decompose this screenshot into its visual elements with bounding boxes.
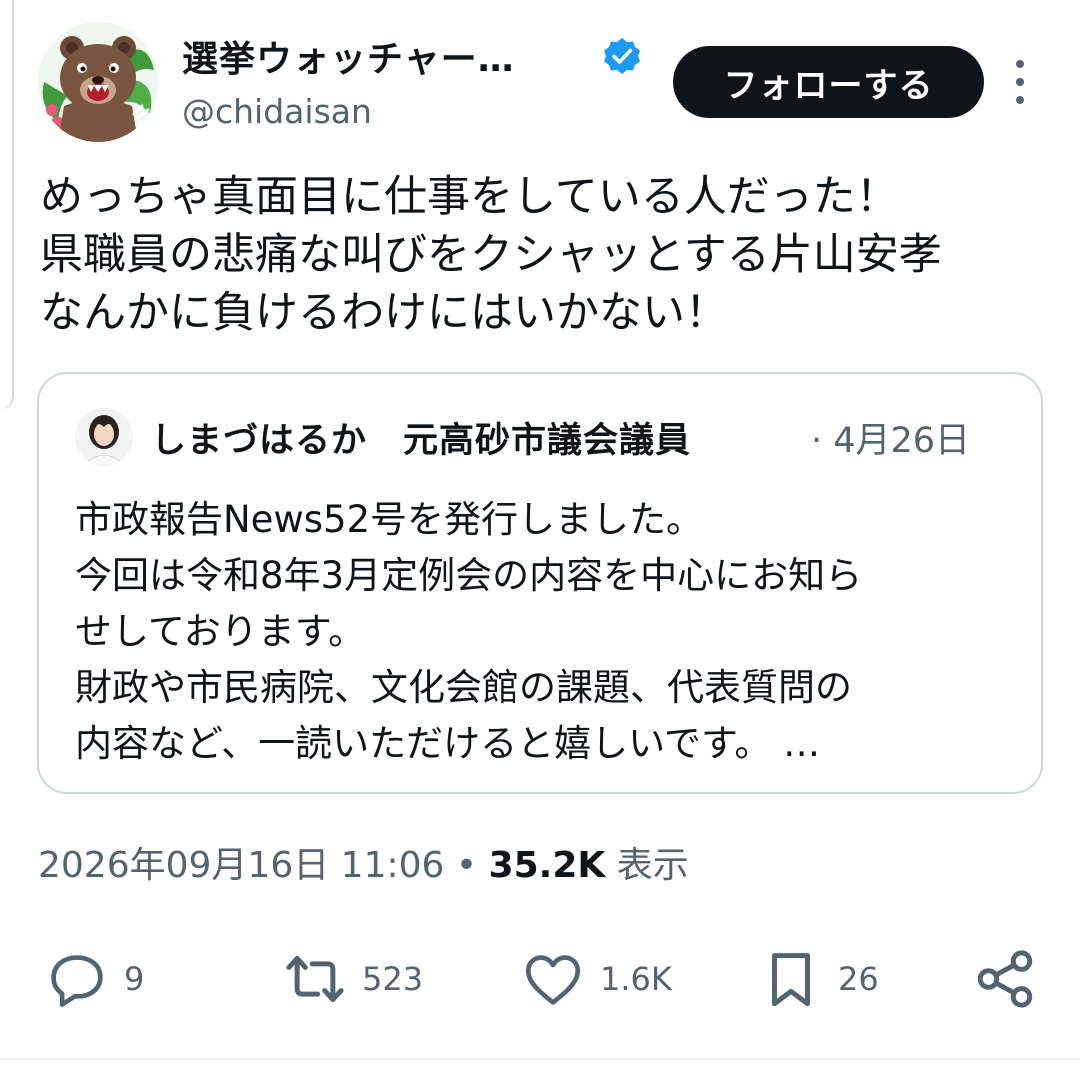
bookmark-count: 26 <box>838 960 879 998</box>
author-display-name[interactable]: 選挙ウォッチャー… <box>182 30 515 82</box>
thread-edge <box>0 0 14 410</box>
quoted-tweet-card[interactable]: しまづはるか 元高砂市議会議員 · 4月26日 市政報告News52号を発行しま… <box>37 372 1043 794</box>
share-button[interactable] <box>972 944 1038 1014</box>
bookmark-icon <box>772 953 810 1007</box>
quoted-author-avatar <box>75 408 133 466</box>
reply-icon <box>51 955 103 1007</box>
author-handle[interactable]: @chidaisan <box>182 92 372 131</box>
retweet-button[interactable]: 523 <box>282 944 423 1014</box>
woman-avatar-icon <box>75 408 133 466</box>
tweet-text: めっちゃ真面目に仕事をしている人だった！ 県職員の悲痛な叫びをクシャッとする片山… <box>40 172 942 338</box>
tweet-detail: 選挙ウォッチャー… @chidaisan フォローする めっちゃ真面目に仕事をし… <box>0 0 1080 1080</box>
reply-button[interactable]: 9 <box>44 944 144 1014</box>
more-options-icon[interactable] <box>1006 60 1034 104</box>
verified-badge-icon <box>604 38 640 74</box>
quoted-tweet-date: · 4月26日 <box>811 421 971 461</box>
retweet-icon <box>286 955 344 1003</box>
bookmark-button[interactable]: 26 <box>758 944 879 1014</box>
like-button[interactable]: 1.6K <box>520 944 672 1014</box>
retweet-count: 523 <box>362 960 424 998</box>
like-count: 1.6K <box>600 960 672 998</box>
reply-count: 9 <box>124 960 145 998</box>
quoted-author-name: しまづはるか 元高砂市議会議員 <box>151 421 692 461</box>
follow-button[interactable]: フォローする <box>673 46 984 118</box>
heart-icon <box>525 955 581 1005</box>
views-count: 35.2K <box>488 845 606 886</box>
author-avatar[interactable] <box>38 22 158 142</box>
tweet-datetime[interactable]: 2026年09月16日 11:06 <box>38 845 444 886</box>
bear-avatar-icon <box>38 22 158 142</box>
tweet-meta: 2026年09月16日 11:06 • 35.2K 表示 <box>38 836 689 888</box>
meta-separator: • <box>444 845 489 886</box>
share-icon <box>977 950 1033 1008</box>
divider <box>0 1058 1080 1060</box>
quoted-tweet-text: 市政報告News52号を発行しました。 今回は令和8年3月定例会の内容を中心にお… <box>75 498 863 765</box>
views-label: 表示 <box>605 845 689 886</box>
